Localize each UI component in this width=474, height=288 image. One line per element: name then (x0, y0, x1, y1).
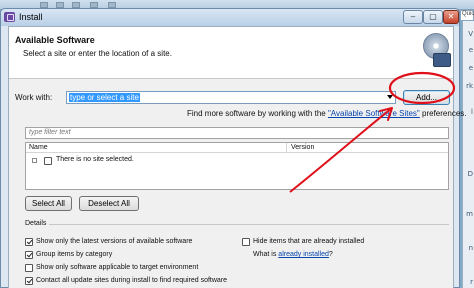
side-letter: D (467, 170, 473, 178)
filter-placeholder: type filter text (29, 129, 71, 136)
side-letter: r (470, 278, 473, 286)
filter-input[interactable]: type filter text (25, 127, 449, 139)
window-title: Install (19, 12, 43, 22)
work-with-placeholder: type or select a site (69, 93, 140, 102)
side-letter: e (468, 46, 473, 54)
install-app-icon (4, 12, 15, 22)
background-side-panel: V e e rk l D m n r (462, 10, 474, 288)
page-title: Available Software (15, 35, 95, 45)
row-checkbox[interactable] (44, 157, 52, 165)
details-label: Details (25, 220, 47, 227)
select-all-button[interactable]: Select All (25, 196, 72, 211)
chevron-down-icon[interactable] (387, 95, 393, 99)
title-bar[interactable]: Install ‒ ▢ ✕ (1, 9, 459, 26)
available-software-sites-link[interactable]: "Available Software Sites" (328, 109, 420, 118)
dialog-content: Available Software Select a site or ente… (8, 26, 466, 288)
already-installed-link[interactable]: already installed (278, 251, 329, 258)
table-row[interactable]: There is no site selected. (26, 156, 448, 166)
target-env-checkbox[interactable] (25, 264, 33, 272)
contact-sites-checkbox[interactable] (25, 277, 33, 285)
side-letter: V (468, 30, 473, 38)
details-divider (49, 224, 449, 225)
side-letter: rk (466, 82, 473, 90)
add-site-button[interactable]: Add... (403, 90, 450, 105)
target-env-label: Show only software applicable to target … (36, 264, 199, 271)
hide-installed-label: Hide items that are already installed (253, 238, 365, 245)
expander-icon (32, 158, 37, 163)
header-banner: Available Software Select a site or ente… (9, 27, 453, 79)
work-with-combo[interactable]: type or select a site (66, 91, 396, 104)
latest-versions-label: Show only the latest versions of availab… (36, 238, 193, 245)
minimize-button[interactable]: ‒ (403, 10, 423, 24)
column-name[interactable]: Name (29, 144, 48, 151)
side-letter: m (466, 210, 473, 218)
available-sites-hint: Find more software by working with the "… (187, 109, 466, 118)
maximize-button[interactable]: ▢ (423, 10, 443, 24)
monitor-icon (433, 53, 451, 67)
hint-suffix: preferences. (422, 109, 467, 118)
what-is-suffix: ? (328, 251, 333, 258)
side-letter: l (471, 108, 473, 116)
close-button[interactable]: ✕ (443, 10, 459, 24)
group-by-category-label: Group items by category (36, 251, 113, 258)
contact-sites-label: Contact all update sites during install … (36, 277, 228, 284)
quick-access-field[interactable]: Quic (460, 10, 474, 21)
page-subtitle: Select a site or enter the location of a… (23, 49, 172, 58)
software-table: Name Version There is no site selected. (25, 142, 449, 190)
install-dialog: Install ‒ ▢ ✕ Available Software Select … (0, 8, 466, 288)
latest-versions-checkbox[interactable] (25, 238, 33, 246)
row-name: There is no site selected. (56, 156, 134, 163)
table-header: Name Version (26, 143, 448, 153)
hint-prefix: Find more software by working with the (187, 109, 326, 118)
what-is-prefix: What is (253, 251, 277, 258)
deselect-all-button[interactable]: Deselect All (79, 196, 139, 211)
side-letter: e (468, 64, 473, 72)
column-divider (286, 143, 287, 153)
work-with-label: Work with: (15, 93, 53, 102)
hide-installed-checkbox[interactable] (242, 238, 250, 246)
column-version[interactable]: Version (291, 144, 314, 151)
already-installed-hint: What is already installed? (253, 251, 333, 258)
group-by-category-checkbox[interactable] (25, 251, 33, 259)
side-letter: n (468, 244, 473, 252)
